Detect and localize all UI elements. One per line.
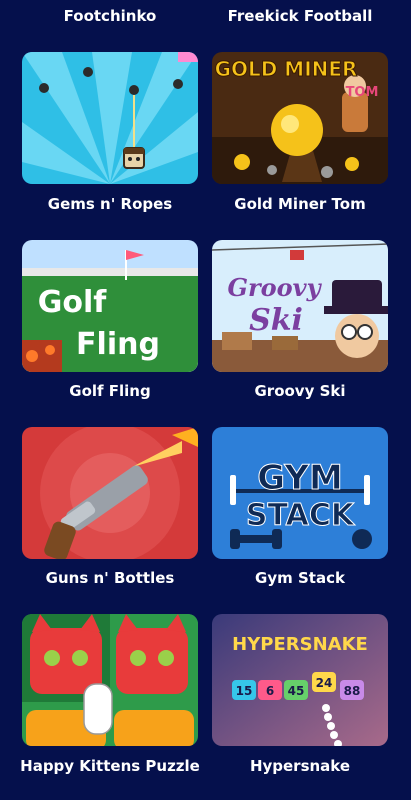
game-card-gym-stack[interactable]: GYM STACK bbox=[212, 427, 388, 559]
hypersnake-block-2: 6 bbox=[266, 684, 274, 698]
game-title-guns-n-bottles[interactable]: Guns n' Bottles bbox=[15, 568, 205, 588]
game-title-gold-miner-tom[interactable]: Gold Miner Tom bbox=[205, 194, 395, 214]
hypersnake-logo-text: HYPERSNAKE bbox=[232, 634, 368, 655]
game-card-gold-miner-tom[interactable]: GOLD MINER TOM bbox=[212, 52, 388, 184]
hypersnake-block-4: 24 bbox=[316, 676, 333, 690]
hypersnake-thumbnail: HYPERSNAKE 15 6 45 24 88 bbox=[212, 614, 388, 746]
game-title-golf-fling[interactable]: Golf Fling bbox=[15, 381, 205, 401]
gold-miner-logo-text: GOLD MINER bbox=[215, 57, 358, 81]
game-title-groovy-ski[interactable]: Groovy Ski bbox=[205, 381, 395, 401]
golf-fling-thumbnail: Golf Fling bbox=[22, 240, 198, 372]
gold-miner-tom-thumbnail: GOLD MINER TOM bbox=[212, 52, 388, 184]
groovy-ski-thumbnail: Groovy Ski bbox=[212, 240, 388, 372]
game-title-freekick-football[interactable]: Freekick Football bbox=[205, 6, 395, 26]
game-title-footchinko[interactable]: Footchinko bbox=[15, 6, 205, 26]
groovy-ski-logo-line2: Ski bbox=[249, 303, 303, 338]
game-title-happy-kittens-puzzle[interactable]: Happy Kittens Puzzle bbox=[15, 756, 205, 776]
gym-stack-logo-line1: GYM bbox=[257, 458, 343, 498]
game-card-happy-kittens-puzzle[interactable] bbox=[22, 614, 198, 746]
gym-stack-logo-line2: STACK bbox=[246, 498, 356, 533]
game-card-golf-fling[interactable]: Golf Fling bbox=[22, 240, 198, 372]
gold-miner-logo-sub: TOM bbox=[346, 85, 379, 100]
game-title-gym-stack[interactable]: Gym Stack bbox=[205, 568, 395, 588]
game-list: Footchinko Freekick Football GOLD MINER … bbox=[0, 0, 411, 800]
happy-kittens-puzzle-thumbnail bbox=[22, 614, 198, 746]
game-title-hypersnake[interactable]: Hypersnake bbox=[205, 756, 395, 776]
game-card-guns-n-bottles[interactable] bbox=[22, 427, 198, 559]
hypersnake-block-1: 15 bbox=[236, 684, 253, 698]
hypersnake-block-5: 88 bbox=[344, 684, 361, 698]
game-card-gems-n-ropes[interactable] bbox=[22, 52, 198, 184]
gems-n-ropes-thumbnail bbox=[22, 52, 198, 184]
golf-fling-logo-line1: Golf bbox=[38, 285, 108, 320]
game-title-gems-n-ropes[interactable]: Gems n' Ropes bbox=[15, 194, 205, 214]
groovy-ski-logo-line1: Groovy bbox=[227, 273, 322, 302]
game-card-groovy-ski[interactable]: Groovy Ski bbox=[212, 240, 388, 372]
gym-stack-thumbnail: GYM STACK bbox=[212, 427, 388, 559]
game-card-hypersnake[interactable]: HYPERSNAKE 15 6 45 24 88 bbox=[212, 614, 388, 746]
hypersnake-block-3: 45 bbox=[288, 684, 305, 698]
guns-n-bottles-thumbnail bbox=[22, 427, 198, 559]
golf-fling-logo-line2: Fling bbox=[76, 327, 160, 362]
